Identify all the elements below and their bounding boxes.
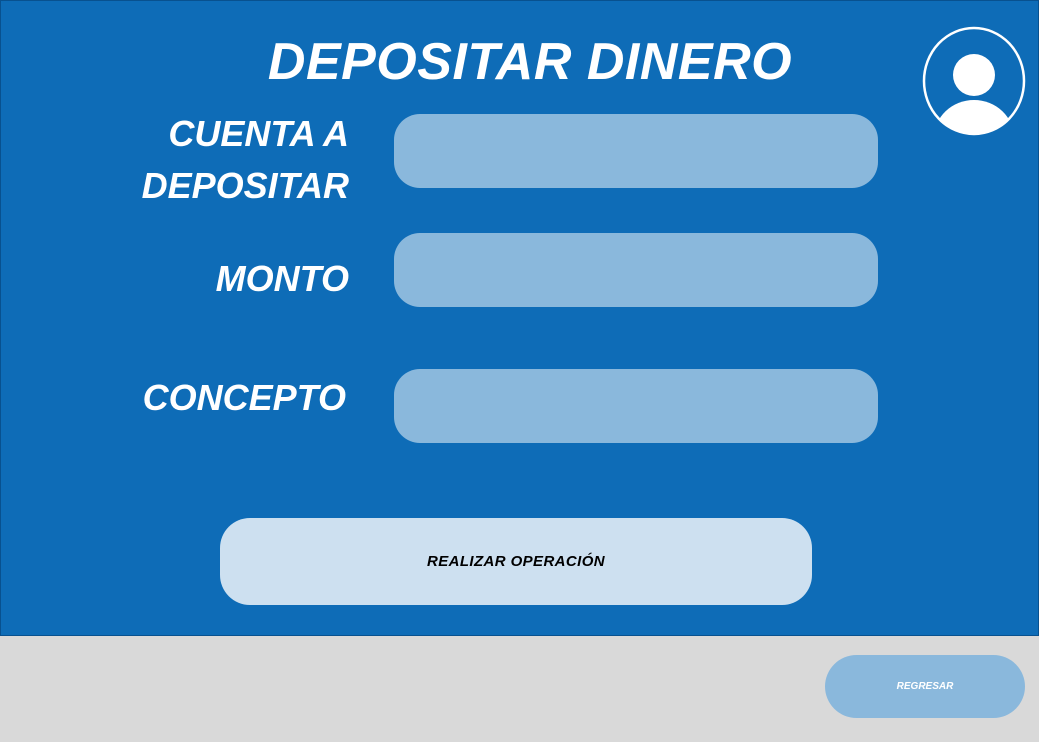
monto-label: MONTO — [215, 258, 349, 299]
main-panel: DEPOSITAR DINERO CUENTA A DEPOSITAR MONT… — [0, 0, 1039, 636]
user-avatar-graphic — [922, 26, 1026, 136]
realizar-operacion-button[interactable]: REALIZAR OPERACIÓN — [220, 518, 812, 605]
concepto-input[interactable] — [394, 369, 878, 443]
regresar-button[interactable]: REGRESAR — [825, 655, 1025, 718]
user-avatar-icon[interactable] — [922, 26, 1026, 136]
cuenta-label: CUENTA A DEPOSITAR — [141, 113, 349, 206]
cuenta-input[interactable] — [394, 114, 878, 188]
concepto-label: CONCEPTO — [142, 377, 346, 418]
monto-input[interactable] — [394, 233, 878, 307]
page-title: DEPOSITAR DINERO — [267, 33, 793, 91]
